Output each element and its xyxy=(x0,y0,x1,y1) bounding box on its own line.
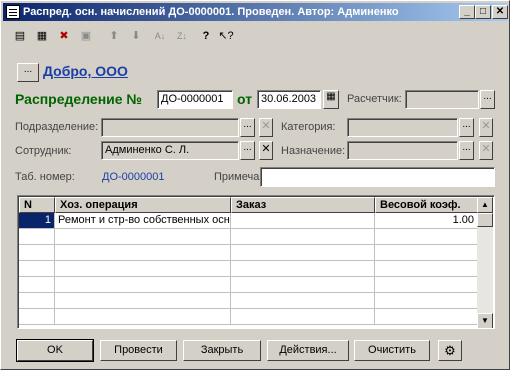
scroll-up-icon[interactable]: ▲ xyxy=(477,197,493,213)
empty-cell[interactable] xyxy=(231,309,375,325)
close-button[interactable]: Закрыть xyxy=(183,340,261,361)
context-help-icon[interactable]: ↖? xyxy=(217,27,235,45)
payer-label: Расчетчик: xyxy=(347,93,402,105)
department-select-button[interactable]: ... xyxy=(240,118,255,137)
ok-button[interactable]: OK xyxy=(16,339,94,362)
window-title: Распред. осн. начислений ДО-0000001. Про… xyxy=(23,6,399,18)
empty-cell[interactable] xyxy=(231,277,375,293)
weight-cell[interactable]: 1.00 xyxy=(375,213,478,229)
employee-field[interactable]: Админенко С. Л. xyxy=(101,141,239,160)
purpose-field[interactable] xyxy=(347,141,458,160)
move-down-icon[interactable]: ⬇ xyxy=(127,27,145,45)
purpose-select-button[interactable]: ... xyxy=(459,141,474,160)
order-cell[interactable] xyxy=(231,213,375,229)
delete-row-icon[interactable]: ✖ xyxy=(55,27,73,45)
column-header-operation[interactable]: Хоз. операция xyxy=(55,197,231,213)
department-clear-icon[interactable]: ✕ xyxy=(259,118,273,137)
row-number-cell[interactable]: 1 xyxy=(19,213,55,229)
empty-cell[interactable] xyxy=(55,229,231,245)
sort-desc-icon[interactable]: Z↓ xyxy=(173,27,191,45)
empty-cell[interactable] xyxy=(375,261,478,277)
doc-number-label: Распределение № xyxy=(15,91,143,107)
note-field[interactable] xyxy=(260,167,495,187)
column-header-n[interactable]: N xyxy=(19,197,55,213)
move-up-icon[interactable]: ⬆ xyxy=(105,27,123,45)
empty-cell[interactable] xyxy=(375,309,478,325)
actions-button[interactable]: Действия... xyxy=(267,340,349,361)
department-field[interactable] xyxy=(101,118,239,137)
sort-asc-icon[interactable]: A↓ xyxy=(151,27,169,45)
empty-cell[interactable] xyxy=(375,229,478,245)
tab-number-label: Таб. номер: xyxy=(15,171,75,183)
category-field[interactable] xyxy=(347,118,458,137)
new-row-icon[interactable]: ▤ xyxy=(11,27,29,45)
empty-cell[interactable] xyxy=(19,293,55,309)
distribution-table[interactable]: N Хоз. операция Заказ Весовой коэф. 1 Ре… xyxy=(17,195,495,329)
category-clear-icon[interactable]: ✕ xyxy=(479,118,493,137)
empty-cell[interactable] xyxy=(19,261,55,277)
org-select-button[interactable]: ... xyxy=(17,63,39,82)
department-label: Подразделение: xyxy=(15,121,99,133)
post-button[interactable]: Провести xyxy=(100,340,177,361)
empty-cell[interactable] xyxy=(55,309,231,325)
employee-select-button[interactable]: ... xyxy=(240,141,255,160)
employee-label: Сотрудник: xyxy=(15,145,72,157)
empty-cell[interactable] xyxy=(19,309,55,325)
empty-cell[interactable] xyxy=(19,245,55,261)
employee-clear-icon[interactable]: ✕ xyxy=(259,141,273,160)
maximize-button[interactable]: □ xyxy=(475,5,491,19)
empty-cell[interactable] xyxy=(19,229,55,245)
empty-cell[interactable] xyxy=(19,277,55,293)
empty-cell[interactable] xyxy=(375,293,478,309)
empty-cell[interactable] xyxy=(375,245,478,261)
org-link[interactable]: Добро, ООО xyxy=(43,63,128,79)
tab-number-value: ДО-0000001 xyxy=(102,171,165,183)
calendar-icon[interactable]: ▦ xyxy=(323,90,339,109)
settings-icon[interactable]: ⚙ xyxy=(438,340,462,361)
minimize-button[interactable]: _ xyxy=(459,5,475,19)
date-field[interactable]: 30.06.2003 xyxy=(257,90,321,109)
empty-cell[interactable] xyxy=(231,293,375,309)
title-bar[interactable]: Распред. осн. начислений ДО-0000001. Про… xyxy=(3,3,507,21)
toolbar: ▤ ▦ ✖ ▣ ⬆ ⬇ A↓ Z↓ ? ↖? xyxy=(5,25,505,49)
copy-row-icon[interactable]: ▦ xyxy=(33,27,51,45)
help-icon[interactable]: ? xyxy=(197,27,215,45)
clear-button[interactable]: Очистить xyxy=(354,340,430,361)
empty-cell[interactable] xyxy=(55,293,231,309)
empty-cell[interactable] xyxy=(55,245,231,261)
empty-cell[interactable] xyxy=(55,261,231,277)
category-select-button[interactable]: ... xyxy=(459,118,474,137)
scroll-down-icon[interactable]: ▼ xyxy=(477,313,493,328)
doc-number-field[interactable]: ДО-0000001 xyxy=(157,90,233,109)
empty-cell[interactable] xyxy=(55,277,231,293)
empty-cell[interactable] xyxy=(231,245,375,261)
purpose-clear-icon[interactable]: ✕ xyxy=(479,141,493,160)
document-window: Распред. осн. начислений ДО-0000001. Про… xyxy=(0,0,510,370)
table-scrollbar[interactable]: ▲ ▼ xyxy=(477,197,493,328)
purpose-label: Назначение: xyxy=(281,145,346,157)
app-icon xyxy=(6,5,20,19)
payer-field[interactable] xyxy=(405,90,479,109)
column-header-weight[interactable]: Весовой коэф. xyxy=(375,197,478,213)
empty-cell[interactable] xyxy=(375,277,478,293)
scroll-thumb[interactable] xyxy=(477,213,493,227)
close-window-button[interactable]: ✕ xyxy=(492,5,508,19)
category-label: Категория: xyxy=(281,121,336,133)
empty-cell[interactable] xyxy=(231,229,375,245)
column-header-order[interactable]: Заказ xyxy=(231,197,375,213)
payer-select-button[interactable]: ... xyxy=(480,90,495,109)
operation-cell[interactable]: Ремонт и стр-во собственных осн xyxy=(55,213,231,229)
edit-row-icon[interactable]: ▣ xyxy=(77,27,95,45)
empty-cell[interactable] xyxy=(231,261,375,277)
date-label: от xyxy=(237,91,253,107)
